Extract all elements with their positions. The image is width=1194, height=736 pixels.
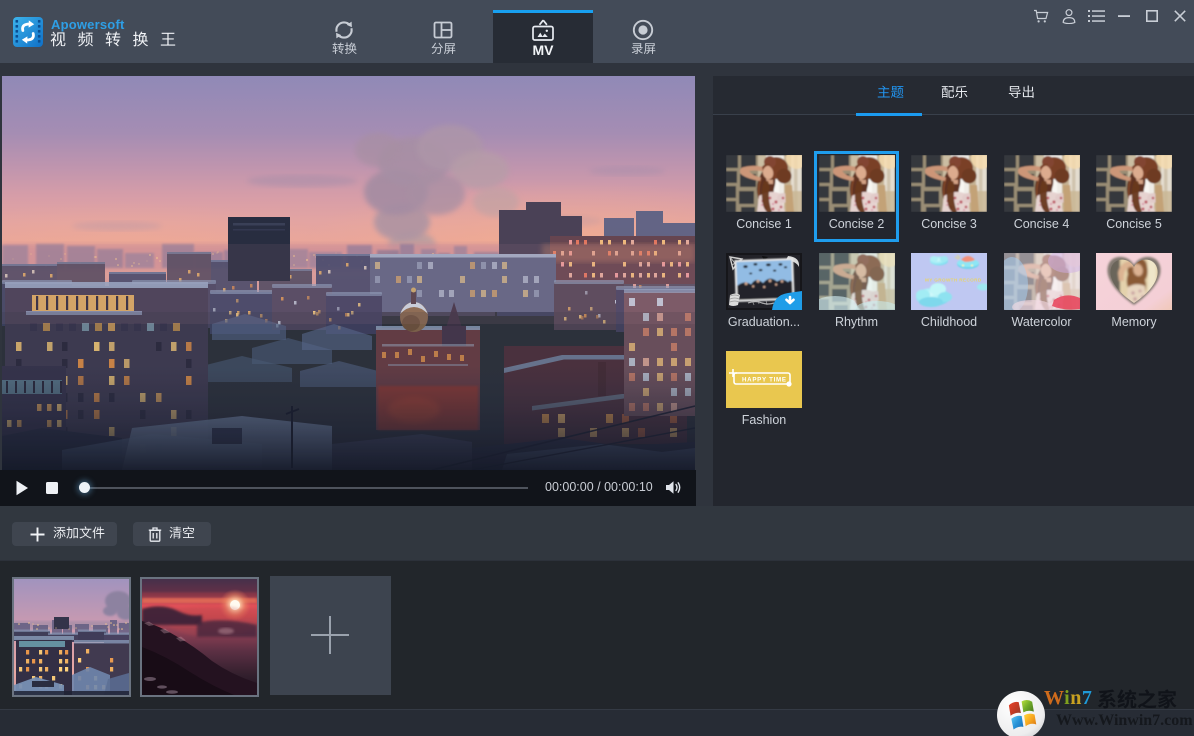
svg-text:HAPPY TIME: HAPPY TIME — [742, 377, 787, 384]
svg-text:MY GROWTH RECORD: MY GROWTH RECORD — [925, 278, 982, 283]
